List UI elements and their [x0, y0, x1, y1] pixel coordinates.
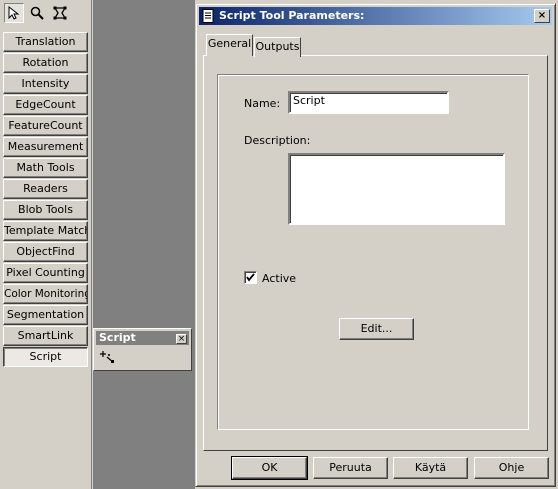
- sidebar-item-pixel-counting[interactable]: Pixel Counting: [3, 263, 88, 283]
- edit-button[interactable]: Edit...: [339, 318, 414, 340]
- palette-title: Script: [99, 331, 136, 344]
- dialog-close-button[interactable]: ×: [534, 9, 550, 23]
- pointer-icon[interactable]: [4, 3, 24, 23]
- cancel-button[interactable]: Peruuta: [313, 457, 388, 479]
- sidebar-item-intensity[interactable]: Intensity: [3, 74, 88, 94]
- description-field[interactable]: [288, 153, 505, 225]
- help-button[interactable]: Ohje: [474, 457, 549, 479]
- sidebar-item-rotation[interactable]: Rotation: [3, 53, 88, 73]
- sidebar-item-blob-tools[interactable]: Blob Tools: [3, 200, 88, 220]
- sidebar-item-featurecount[interactable]: FeatureCount: [3, 116, 88, 136]
- apply-button[interactable]: Käytä: [393, 457, 468, 479]
- dialog-title: Script Tool Parameters:: [219, 9, 365, 22]
- script-tool-parameters-dialog: Script Tool Parameters: × General Output…: [195, 3, 556, 487]
- sidebar-item-template-match[interactable]: Template Match: [3, 221, 88, 241]
- document-icon: [202, 9, 215, 23]
- sidebar-item-readers[interactable]: Readers: [3, 179, 88, 199]
- workspace-area: [93, 0, 195, 489]
- sidebar-item-translation[interactable]: Translation: [3, 32, 88, 52]
- script-tool-icon[interactable]: [100, 349, 116, 365]
- tool-icon-bar: [2, 2, 90, 24]
- name-field[interactable]: Script: [288, 91, 449, 114]
- sidebar-item-math-tools[interactable]: Math Tools: [3, 158, 88, 178]
- sidebar-item-measurement[interactable]: Measurement: [3, 137, 88, 157]
- name-label: Name:: [244, 97, 281, 110]
- active-label: Active: [262, 272, 297, 285]
- script-tool-palette: Script ×: [93, 328, 192, 371]
- general-group-box: [217, 74, 529, 430]
- sidebar-item-segmentation[interactable]: Segmentation: [3, 305, 88, 325]
- region-select-icon[interactable]: [50, 3, 70, 23]
- tool-sidebar: Translation Rotation Intensity EdgeCount…: [0, 0, 92, 489]
- tab-outputs[interactable]: Outputs: [254, 37, 301, 57]
- description-label: Description:: [244, 134, 311, 147]
- magnifier-icon[interactable]: [27, 3, 47, 23]
- palette-close-button[interactable]: ×: [176, 334, 187, 344]
- sidebar-item-color-monitoring[interactable]: Color Monitoring: [3, 284, 88, 304]
- palette-title-bar[interactable]: Script ×: [96, 331, 189, 345]
- dialog-title-bar[interactable]: Script Tool Parameters: ×: [199, 7, 552, 25]
- sidebar-item-smartlink[interactable]: SmartLink: [3, 326, 88, 346]
- active-checkbox[interactable]: [244, 271, 257, 284]
- sidebar-item-edgecount[interactable]: EdgeCount: [3, 95, 88, 115]
- tab-general[interactable]: General: [206, 34, 253, 56]
- ok-button[interactable]: OK: [231, 456, 308, 480]
- sidebar-item-objectfind[interactable]: ObjectFind: [3, 242, 88, 262]
- sidebar-item-script[interactable]: Script: [3, 347, 88, 367]
